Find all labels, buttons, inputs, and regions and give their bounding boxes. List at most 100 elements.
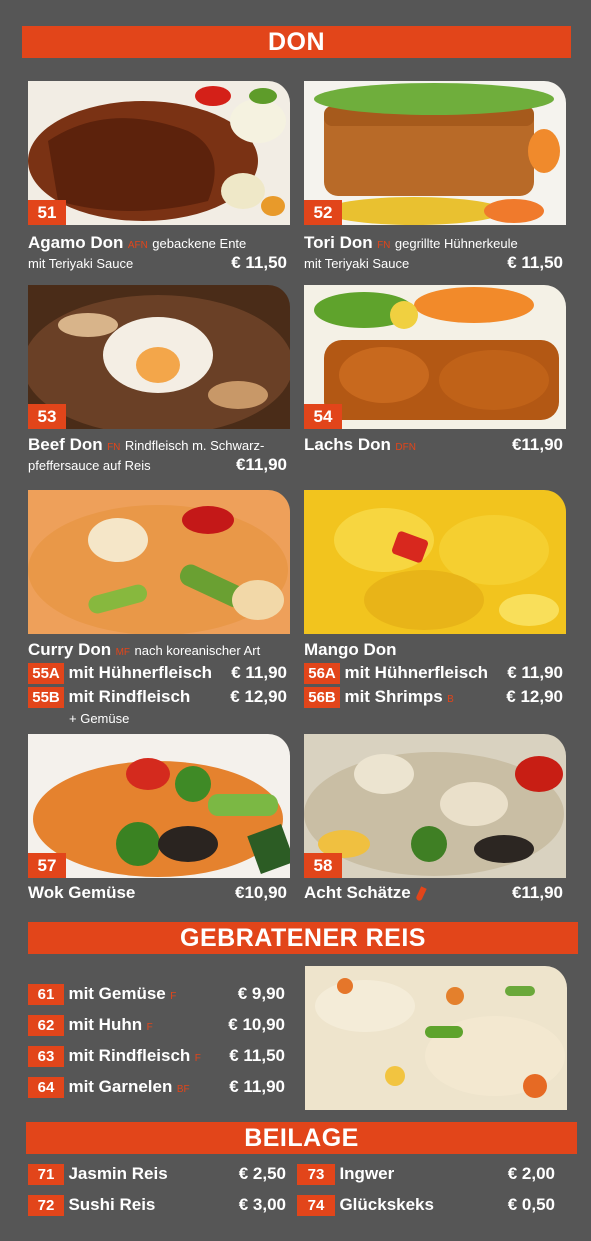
item-price: € 11,90 [229,1077,285,1096]
dish-photo-51: 51 [28,81,290,225]
side-item-72: 72 Sushi Reis [28,1195,156,1217]
item-number-badge: 62 [28,1015,64,1037]
dish-photo-58: 58 [304,734,566,878]
dish-price: €11,90 [235,455,287,474]
dish-photo-52: 52 [304,81,566,225]
item-number-badge: 71 [28,1164,64,1186]
dish-name: Mango Don [304,640,397,659]
salmon-dish-image [304,285,566,429]
item-number-badge: 63 [28,1046,64,1068]
chicken-dish-image [304,81,566,225]
section-title-side-dishes: BEILAGE [26,1122,577,1154]
item-label: Glückskeks [339,1195,434,1214]
variant-code: 56A [304,663,340,685]
variant-label: mit Hühnerfleisch [68,663,213,682]
dish-photo-53: 53 [28,285,290,429]
wok-vegetable-image [28,734,290,878]
item-number-badge: 52 [304,200,342,225]
dish-title-54: Lachs Don DFN [304,435,416,455]
dish-description-2: mit Teriyaki Sauce [304,256,410,271]
item-price: € 3,00 [238,1195,286,1214]
allergen-code: AFN [127,240,148,251]
dish-name: Beef Don [28,435,103,454]
item-label: mit Rindfleisch [68,1046,191,1065]
allergen-code: MF [115,647,131,658]
dish-title-53: Beef Don FN Rindfleisch m. Schwarz- [28,435,264,455]
dish-name: Lachs Don [304,435,391,454]
item-price: € 2,00 [507,1164,555,1183]
item-price: € 10,90 [228,1015,285,1034]
variant-price: € 12,90 [230,687,287,706]
rice-item-61: 61 mit Gemüse F [28,984,177,1006]
eight-treasures-image [304,734,566,878]
dish-price: €11,90 [511,435,563,454]
variant-code: 55B [28,687,64,709]
dish-description: gebackene Ente [152,236,247,251]
dish-name: Tori Don [304,233,373,252]
variant-56a: 56A mit Hühnerfleisch [304,663,489,685]
variant-55b: 55B mit Rindfleisch [28,687,191,709]
variant-55a: 55A mit Hühnerfleisch [28,663,213,685]
dish-title-57: Wok Gemüse [28,883,135,903]
dish-name: Agamo Don [28,233,124,252]
item-number-badge: 51 [28,200,66,225]
item-number-badge: 54 [304,404,342,429]
item-number-badge: 58 [304,853,342,878]
variant-label: mit Hühnerfleisch [344,663,489,682]
variant-code: 56B [304,687,340,709]
side-item-74: 74 Glückskeks [297,1195,434,1217]
allergen-code: BF [176,1084,190,1095]
allergen-code: FN [377,240,391,251]
allergen-code: FN [107,442,121,453]
item-number-badge: 73 [297,1164,335,1186]
item-number-badge: 64 [28,1077,64,1099]
chili-pepper-icon [415,886,427,902]
dish-description: Rindfleisch m. Schwarz- [124,438,265,453]
duck-dish-image [28,81,290,225]
dish-price: € 11,50 [231,253,287,272]
dish-title-58: Acht Schätze [304,883,427,903]
section-title-don: DON [22,26,571,58]
rice-item-63: 63 mit Rindfleisch F [28,1046,201,1068]
fried-rice-photo [305,966,567,1110]
item-number-badge: 72 [28,1195,64,1217]
dish-extra-note: + Gemüse [69,711,130,726]
side-item-71: 71 Jasmin Reis [28,1164,168,1186]
allergen-code: F [170,991,177,1002]
dish-price: € 11,50 [507,253,563,272]
item-label: Ingwer [339,1164,395,1183]
item-number-badge: 57 [28,853,66,878]
rice-item-64: 64 mit Garnelen BF [28,1077,190,1099]
dish-photo-57: 57 [28,734,290,878]
rice-item-62: 62 mit Huhn F [28,1015,153,1037]
variant-label: mit Rindfleisch [68,687,191,706]
item-label: mit Gemüse [68,984,166,1003]
fried-rice-image [305,966,567,1110]
dish-price: €11,90 [511,883,563,902]
dish-title-51: Agamo Don AFN gebackene Ente [28,233,246,253]
item-label: mit Garnelen [68,1077,173,1096]
allergen-code: F [146,1022,153,1033]
dish-photo-55 [28,490,290,634]
dish-description: gegrillte Hühnerkeule [394,236,518,251]
dish-title-56: Mango Don [304,640,397,660]
dish-price: €10,90 [235,883,287,902]
item-price: € 11,50 [229,1046,285,1065]
mango-dish-image [304,490,566,634]
beef-dish-image [28,285,290,429]
variant-price: € 12,90 [506,687,563,706]
dish-name: Curry Don [28,640,112,659]
curry-dish-image [28,490,290,634]
item-number-badge: 61 [28,984,64,1006]
dish-photo-54: 54 [304,285,566,429]
dish-description-2: mit Teriyaki Sauce [28,256,134,271]
dish-title-55: Curry Don MF nach koreanischer Art [28,640,260,660]
dish-title-52: Tori Don FN gegrillte Hühnerkeule [304,233,518,253]
variant-label: mit Shrimps [344,687,443,706]
item-number-badge: 53 [28,404,66,429]
allergen-code: B [447,694,454,705]
dish-description-2: pfeffersauce auf Reis [28,458,151,473]
item-label: Jasmin Reis [68,1164,168,1183]
allergen-code: DFN [395,442,416,453]
item-label: Sushi Reis [68,1195,156,1214]
